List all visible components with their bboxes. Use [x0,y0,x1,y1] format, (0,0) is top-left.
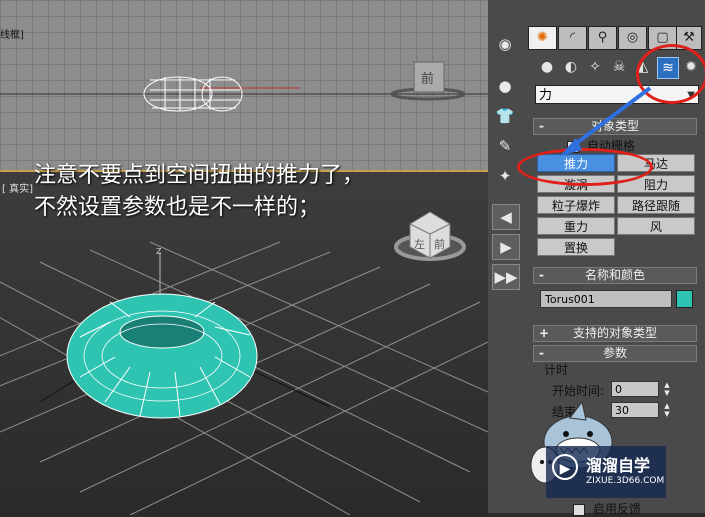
annotation-line-1: 注意不要点到空间扭曲的推力了， [34,163,365,188]
category-dropdown-value: 力 [539,88,553,103]
end-time-spinner[interactable]: ▲ ▼ [662,402,672,418]
tutorial-annotation: 注意不要点到空间扭曲的推力了， 不然设置参数也是不一样的； [34,160,364,224]
cameras-icon[interactable]: ☠ [609,57,629,77]
timing-group-label: 计时 [544,363,569,377]
tab-hierarchy[interactable]: ⚲ [588,26,617,50]
gravity-button[interactable]: 重力 [537,217,615,235]
start-time-spinner[interactable]: ▲ ▼ [662,381,672,397]
sphere-icon[interactable]: ● [492,74,518,98]
play-logo-icon: ▶ [552,454,578,480]
play-icon[interactable]: ▶ [492,234,520,260]
rollout-title: 支持的对象类型 [572,326,657,340]
rollout-title: 参数 [602,346,627,360]
rollout-title: 名称和颜色 [584,268,645,282]
object-name-field[interactable]: Torus001 [540,290,672,308]
path-follow-button[interactable]: 路径跟随 [617,196,695,214]
highlight-ellipse-push [517,148,653,186]
globe-icon[interactable]: ◉ [492,32,518,56]
view-cube-front-label: 前 [434,237,445,251]
view-cube-bottom [394,211,466,261]
start-time-field[interactable]: 0 [611,381,659,397]
rollout-parameters[interactable]: - 参数 [533,345,697,362]
rollout-name-color[interactable]: - 名称和颜色 [533,267,697,284]
highlight-ellipse-space-warps [636,44,705,104]
shapes-icon[interactable]: ◐ [561,57,581,77]
top-viewport[interactable]: 线框] 前 [0,0,488,170]
tab-motion[interactable]: ◎ [618,26,647,50]
play-back-icon[interactable]: ◀ [492,204,520,230]
annotation-line-2: 不然设置参数也是不一样的； [34,195,321,220]
shirt-icon[interactable]: 👕 [492,104,518,128]
expand-icon: + [539,326,550,340]
tab-create[interactable]: ✺ [528,26,557,50]
view-cube-left-label: 左 [414,238,425,251]
enable-feedback-checkbox[interactable]: 启用反馈 [573,500,641,517]
view-cube-label: 前 [421,72,435,87]
top-viewport-scene [0,61,488,112]
paint-tube-icon[interactable]: ✎ [492,134,518,158]
reactor-icon[interactable]: ✦ [492,164,518,188]
enable-feedback-label: 启用反馈 [592,502,641,516]
watermark-url: ZIXUE.3D66.COM [586,476,665,486]
rollout-object-type[interactable]: - 对象类型 [533,118,697,135]
watermark-badge: ▶ 溜溜自学 ZIXUE.3D66.COM [546,446,666,498]
collapse-icon: - [539,119,544,133]
torus-3d [66,293,258,419]
geometry-icon[interactable]: ● [537,57,557,77]
pbomb-button[interactable]: 粒子爆炸 [537,196,615,214]
checkbox-box[interactable] [573,503,585,516]
svg-text:Z: Z [156,247,162,256]
step-icon[interactable]: ▶▶ [492,264,520,290]
wind-button[interactable]: 风 [617,217,695,235]
object-color-swatch[interactable] [676,290,693,308]
rollout-title: 对象类型 [590,119,639,133]
rollout-supported-types[interactable]: + 支持的对象类型 [533,325,697,342]
lights-icon[interactable]: ✧ [585,57,605,77]
watermark-title: 溜溜自学 [586,456,651,475]
displace-button[interactable]: 置换 [537,238,615,256]
tab-modify[interactable]: ◜ [558,26,587,50]
collapse-icon: - [539,268,544,282]
start-time-label: 开始时间: [552,384,605,398]
collapse-icon: - [539,346,544,360]
